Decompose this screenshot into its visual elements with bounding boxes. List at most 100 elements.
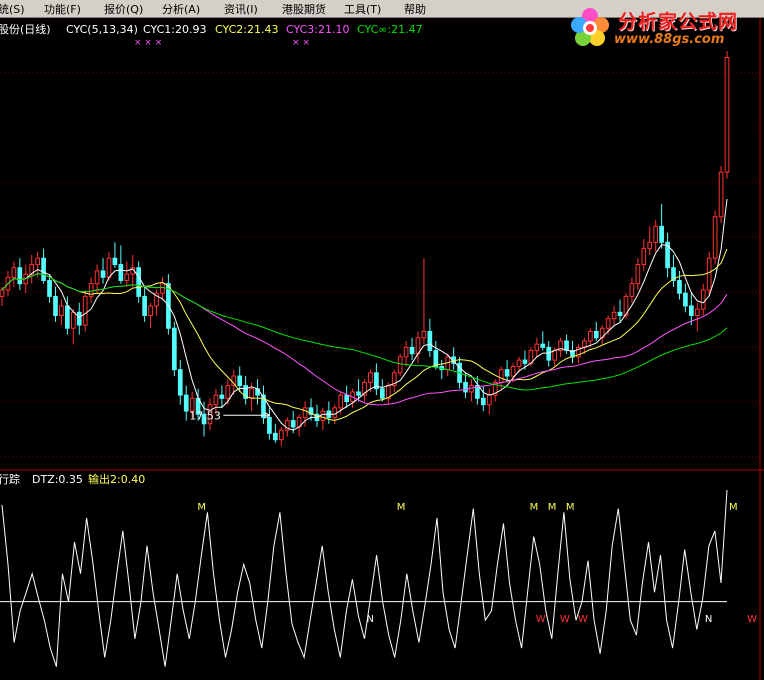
candle <box>659 204 664 249</box>
signal-w: W <box>747 614 757 625</box>
candle-body <box>237 375 243 387</box>
candlestick-series <box>0 51 730 447</box>
signal-m: M <box>729 502 738 513</box>
candle-body <box>689 305 694 317</box>
signal-n: N <box>705 614 712 625</box>
candle <box>350 388 355 408</box>
flower-icon <box>571 8 609 46</box>
menu-item-5[interactable]: 港股期货 <box>282 1 326 17</box>
legend-cyc1: CYC1:20.93 <box>143 23 206 36</box>
candle-body <box>706 257 712 291</box>
candle <box>17 258 23 291</box>
candle <box>320 407 326 431</box>
candle-body <box>700 289 706 310</box>
candle <box>183 385 189 421</box>
candle-body <box>421 330 427 339</box>
candle-body <box>249 388 254 399</box>
candle-body <box>611 311 617 320</box>
candle <box>362 379 367 402</box>
candle <box>255 379 260 405</box>
candle <box>694 302 700 332</box>
candle-body <box>65 305 70 329</box>
candle <box>177 360 183 405</box>
candle <box>706 251 712 297</box>
candle-body <box>70 311 76 329</box>
candle <box>469 379 474 402</box>
candle <box>403 340 409 367</box>
candle-body <box>278 429 284 441</box>
candle-body <box>100 270 106 278</box>
candle-body <box>17 267 23 285</box>
site-logo: 分析家公式网 www.88gs.com <box>566 4 762 52</box>
cyc-inf-line <box>1 273 728 391</box>
candle <box>148 302 153 329</box>
candle-body <box>510 365 516 377</box>
low-price-annotation: 17.53 <box>189 409 271 422</box>
candle-body <box>724 57 730 173</box>
candle <box>409 337 415 361</box>
candle <box>421 258 427 345</box>
candle <box>118 245 124 284</box>
menu-item-3[interactable]: 分析(A) <box>162 1 200 17</box>
candle-body <box>148 305 153 317</box>
menu-item-4[interactable]: 资讯(I) <box>224 1 258 17</box>
signal-m: M <box>566 502 575 513</box>
oscillator-signals: M M M M M MW W W WN N <box>197 502 757 625</box>
oscillator-line <box>1 489 728 667</box>
candle <box>160 277 165 300</box>
candle-body <box>290 420 296 428</box>
candle <box>683 283 688 313</box>
candle-body <box>302 407 308 418</box>
candle <box>653 219 659 252</box>
legend-marker-cyc1: × × × <box>134 38 162 48</box>
candle-body <box>546 346 552 361</box>
candle-body <box>82 295 88 326</box>
candle-body <box>629 283 635 297</box>
candle <box>641 239 647 271</box>
candle <box>671 255 676 287</box>
signal-w: W <box>536 614 546 625</box>
menu-item-2[interactable]: 报价(Q) <box>104 1 143 17</box>
logo-title: 分析家公式网 <box>618 11 739 33</box>
candle <box>326 401 332 424</box>
candle <box>76 302 82 335</box>
oscillator-title: 行踪 <box>0 472 20 486</box>
indicator-name: CYC(5,13,34) <box>66 23 138 36</box>
legend-cyc3: CYC3:21.10 <box>286 23 349 36</box>
menu-item-0[interactable]: 统(S) <box>0 1 25 17</box>
candle <box>136 261 142 303</box>
candle <box>576 344 581 364</box>
signal-m: M <box>548 502 557 513</box>
candle <box>82 290 88 332</box>
signal-n: N <box>367 614 374 625</box>
candle-body <box>582 340 587 348</box>
menu-item-1[interactable]: 功能(F) <box>44 1 81 17</box>
candle <box>273 423 278 443</box>
candle <box>374 363 379 396</box>
candle <box>47 274 52 303</box>
candle <box>379 379 385 402</box>
candle <box>504 360 510 383</box>
candle <box>391 369 397 392</box>
menu-item-6[interactable]: 工具(T) <box>344 1 381 17</box>
candle <box>154 290 159 316</box>
candle-body <box>522 359 528 364</box>
candle-body <box>498 369 504 383</box>
candle-body <box>504 369 510 377</box>
candle <box>29 255 35 284</box>
legend-output2: 输出2:0.40 <box>88 472 145 486</box>
candle-body <box>225 385 231 399</box>
candle <box>451 347 456 370</box>
candle <box>677 270 682 300</box>
candle <box>171 321 177 377</box>
menu-item-7[interactable]: 帮助 <box>404 1 426 17</box>
candle <box>558 337 563 357</box>
candle-body <box>332 407 338 418</box>
candle-body <box>76 311 82 326</box>
candle-body <box>267 416 272 434</box>
legend-dtz: DTZ:0.35 <box>32 473 83 486</box>
legend-marker-cyc3: × × <box>292 38 310 48</box>
candle-body <box>53 295 58 317</box>
candle-body <box>635 264 641 285</box>
candle <box>724 51 730 179</box>
